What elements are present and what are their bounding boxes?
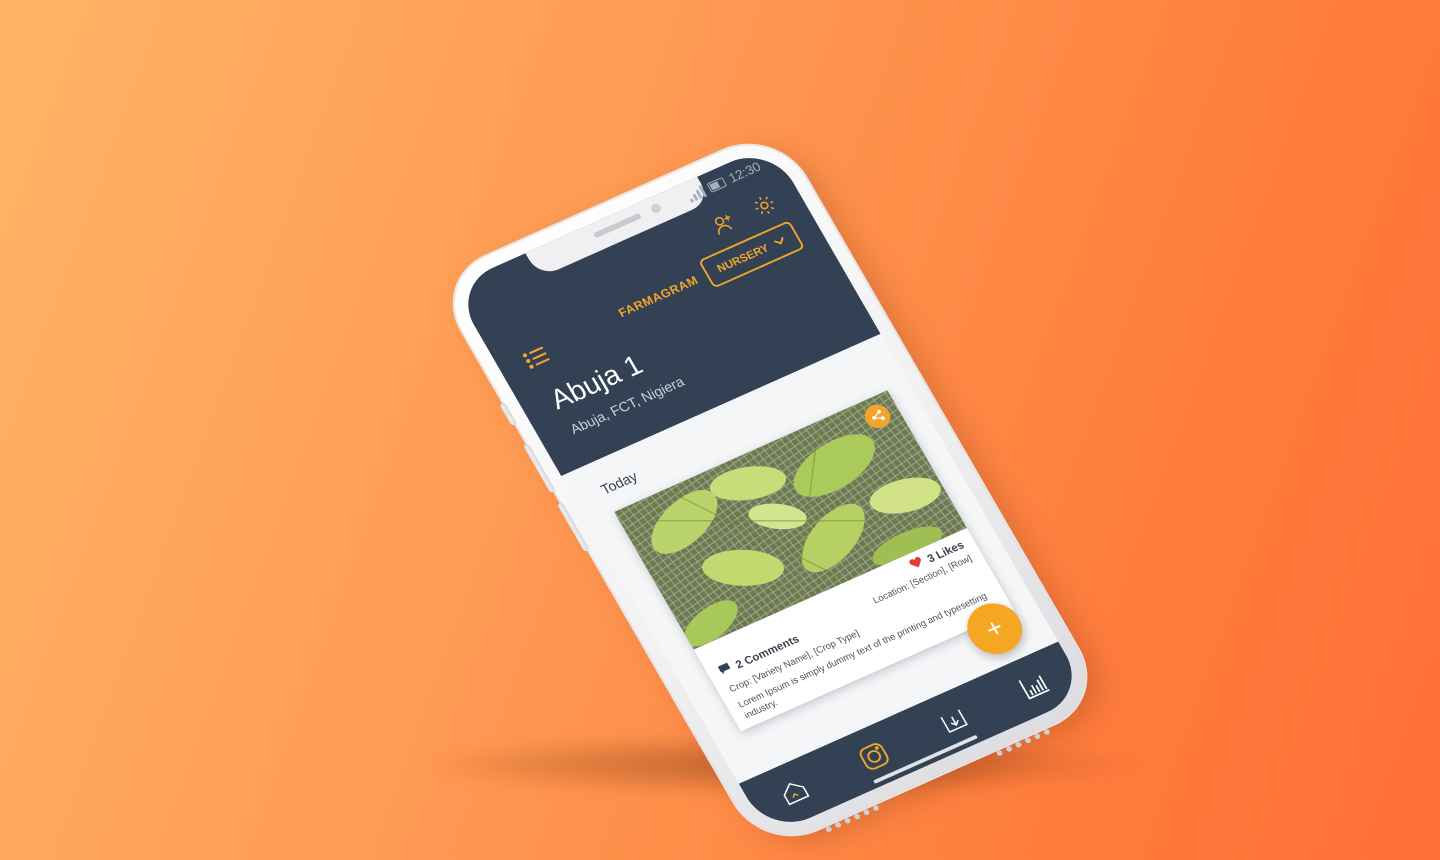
battery-icon [706, 176, 727, 193]
add-user-icon[interactable] [706, 208, 741, 239]
speaker [592, 212, 642, 239]
heart-icon [908, 555, 926, 572]
post-card[interactable]: 3 Likes 2 Comments Location: [Section], … [614, 390, 1015, 732]
post-photo[interactable] [614, 390, 967, 650]
nursery-dropdown-label: NURSERY [714, 241, 772, 276]
gear-icon[interactable] [747, 190, 782, 221]
bar-chart-icon[interactable] [1012, 666, 1055, 704]
camera-icon[interactable] [852, 737, 895, 775]
section-label-today: Today [598, 468, 641, 499]
download-icon[interactable] [932, 702, 975, 740]
plus-icon: + [980, 612, 1009, 645]
status-time: 12:30 [725, 158, 764, 186]
speaker-grille-left [824, 804, 880, 833]
chevron-down-icon [771, 234, 788, 250]
comment-icon [716, 661, 734, 678]
app-screen: 12:30 FARMAGRAM NURSERY Abuja 1 Abuja, F… [451, 143, 1089, 837]
home-icon[interactable] [773, 773, 816, 811]
front-camera [649, 202, 663, 215]
silent-switch [499, 402, 517, 426]
notch [525, 176, 712, 278]
